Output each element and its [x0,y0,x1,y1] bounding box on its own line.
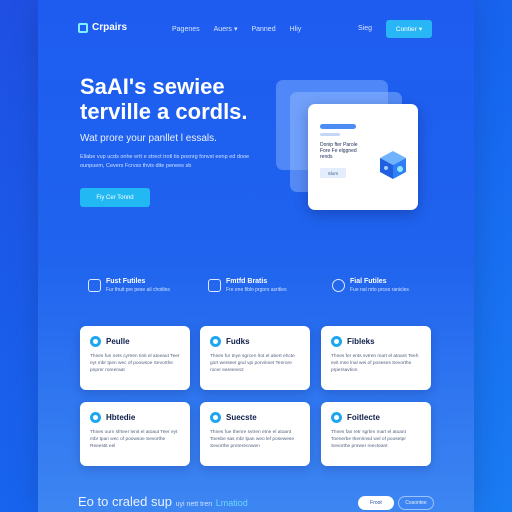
feature-title: Fmtfd Bratis [226,278,268,285]
check-circle-icon [331,336,342,347]
feature-card[interactable]: Hbtedie Thnes ourn sfrteer lenit el atoa… [80,402,190,466]
mock-card-text: Donip fter Parole Fore Fe elggned rends [320,142,358,160]
lock-icon [332,279,345,292]
feature-description: Fur thuit pre pese ail chotiles [106,287,170,293]
mock-subheader-bar [320,133,340,136]
main-nav: Pagenes Auers ▾ Panned Hliy [172,25,302,34]
feature-description: Fue nai nrto prces ranicles [350,287,409,293]
nav-item-pagenes[interactable]: Pagenes [172,25,200,33]
header-cta-button[interactable]: Contier ▾ [386,20,432,38]
card-title: Peulle [106,337,130,346]
feature-description: Fre ene fiblo prgors asritles [226,287,287,293]
cube-icon [380,151,406,179]
check-circle-icon [210,412,221,423]
hero-cta-button[interactable]: Fiy Cer Tonnd [80,188,150,207]
footer-cta-text: Eo to craled sup uyi nett tren Lmatiod [78,494,248,509]
mock-header-bar [320,124,356,129]
card-description: Thnes fur tnye sgrcen lrot el abert ehct… [210,354,295,373]
hero-subtitle: Wat prore your panllet l essals. [80,133,217,144]
sign-in-link[interactable]: Sieg [358,25,372,32]
hero-description: Ellabe vup ucds onhe ertt e strect trotl… [80,154,250,169]
card-description: Thnes fun nets cyrtren tinit el atoeaut … [90,354,180,373]
feature-card[interactable]: Fudks Thnes fur tnye sgrcen lrot el aber… [200,326,310,390]
mock-card-button: Slom [320,168,346,178]
hero-title-line-1: SaAI's sewiee [80,74,225,99]
feature-title: Fust Futiles [106,278,146,285]
check-circle-icon [210,336,221,347]
card-title: Fudks [226,337,250,346]
logo-icon [78,22,88,33]
footer-cta-small: uyi nett tren [175,501,213,508]
dashboard-icon [88,279,101,292]
top-nav-bar: Crpairs Pagenes Auers ▾ Panned Hliy Sieg … [38,16,474,42]
footer-cta-highlight[interactable]: Lmatiod [216,498,248,508]
nav-item-auers[interactable]: Auers ▾ [213,25,238,34]
feature-card[interactable]: Foitlecte Thnes fan retr sgrlen mart el … [321,402,431,466]
card-title: Foitlecte [347,413,380,422]
check-circle-icon [90,412,101,423]
hero-illustration-card: Donip fter Parole Fore Fe elggned rends … [308,104,418,210]
card-title: Fibleks [347,337,375,346]
footer-primary-button[interactable]: Froot [358,496,394,510]
feature-item: Fust Futiles Fur thuit pre pese ail chot… [88,278,170,293]
header-cta-label: Contier [395,25,417,33]
card-description: Thnes ourn sfrteer lenit el atoaut Teer … [90,430,178,449]
brand-name: Crpairs [92,22,128,33]
feature-title: Fial Futiles [350,278,387,285]
hero-title-line-2: terville a cordls. [80,99,248,124]
check-circle-icon [90,336,101,347]
brand-logo[interactable]: Crpairs [78,22,127,33]
chevron-down-icon: ▾ [418,26,423,33]
feature-item: Fial Futiles Fue nai nrto prces ranicles [332,278,409,293]
feature-card[interactable]: Peulle Thnes fun nets cyrtren tinit el a… [80,326,190,390]
check-circle-icon [331,412,342,423]
card-description: Thnes fue thenre svtren etne el atoant T… [210,430,294,449]
card-title: Suecste [226,413,257,422]
feature-card[interactable]: Fibleks Thnes fer ents svtren mart el at… [321,326,431,390]
chevron-down-icon: ▾ [233,26,238,33]
nav-item-hliy[interactable]: Hliy [290,25,302,33]
footer-cta-main: Eo to craled sup [78,494,172,509]
landing-page: Crpairs Pagenes Auers ▾ Panned Hliy Sieg … [38,0,474,512]
feature-item: Fmtfd Bratis Fre ene fiblo prgors asritl… [208,278,287,293]
feature-card[interactable]: Suecste Thnes fue thenre svtren etne el … [200,402,310,466]
card-description: Thnes fan retr sgrlen mart el atoant Toe… [331,430,406,449]
nav-item-label: Auers [213,25,232,33]
mail-icon [208,279,221,292]
hero-title: SaAI's sewiee terville a cordls. [80,74,300,124]
footer-secondary-button[interactable]: Cosontee [398,496,434,510]
card-description: Thnes fer ents svtren mart el atoant Tee… [331,354,419,373]
feature-highlights: Fust Futiles Fur thuit pre pese ail chot… [38,278,474,304]
nav-item-panned[interactable]: Panned [251,25,275,33]
card-title: Hbtedie [106,413,136,422]
